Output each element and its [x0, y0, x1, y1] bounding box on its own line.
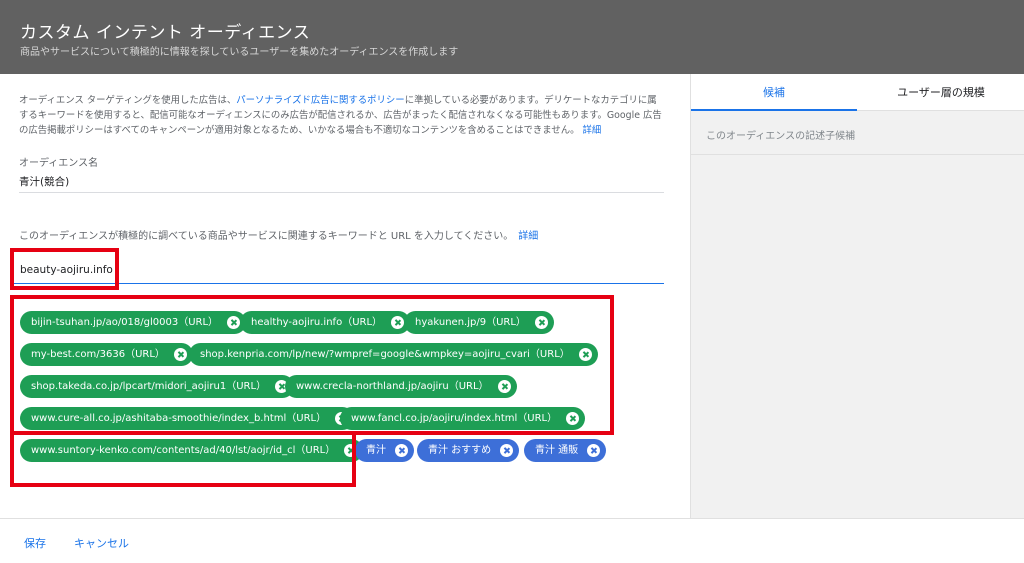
dialog-subtitle: 商品やサービスについて積極的に情報を探しているユーザーを集めたオーディエンスを作… — [20, 47, 459, 58]
keyword-chip: 青汁 通販 — [524, 439, 607, 462]
suggestions-divider — [691, 154, 1024, 155]
keyword-chip: 青汁 — [355, 439, 414, 462]
dialog-footer: 保存 キャンセル — [0, 518, 1024, 563]
last-url-highlight-box — [10, 431, 356, 487]
dialog-header: カスタム インテント オーディエンス 商品やサービスについて積極的に情報を探して… — [0, 0, 1024, 74]
keyword-chip: 青汁 おすすめ — [417, 439, 520, 462]
tab-candidates[interactable]: 候補 — [691, 74, 857, 111]
keywords-description-text: このオーディエンスが積極的に調べている商品やサービスに関連するキーワードと UR… — [19, 231, 509, 242]
notice-more-link[interactable]: 詳細 — [582, 125, 601, 136]
dialog-title: カスタム インテント オーディエンス — [20, 23, 311, 43]
url-chips-highlight-box — [10, 295, 614, 435]
audience-name-label: オーディエンス名 — [19, 158, 99, 169]
cancel-button[interactable]: キャンセル — [74, 535, 129, 551]
chip-label: 青汁 おすすめ — [428, 445, 492, 456]
chip-label: 青汁 通販 — [535, 445, 579, 456]
tab-audience-size[interactable]: ユーザー層の規模 — [857, 74, 1024, 111]
remove-chip-icon[interactable] — [395, 444, 408, 457]
policy-notice: オーディエンス ターゲティングを使用した広告は、パーソナライズド広告に関するポリ… — [19, 93, 664, 138]
keywords-description: このオーディエンスが積極的に調べている商品やサービスに関連するキーワードと UR… — [19, 227, 538, 242]
audience-name-underline — [19, 192, 664, 193]
suggestions-hint: このオーディエンスの記述子候補 — [706, 131, 856, 142]
notice-text-1: オーディエンス ターゲティングを使用した広告は、 — [19, 95, 237, 106]
personalized-ads-policy-link[interactable]: パーソナライズド広告に関するポリシー — [236, 95, 404, 106]
input-highlight-box — [10, 248, 119, 290]
custom-intent-dialog: カスタム インテント オーディエンス 商品やサービスについて積極的に情報を探して… — [0, 0, 1024, 563]
save-button[interactable]: 保存 — [24, 535, 46, 551]
suggestions-tabs: 候補 ユーザー層の規模 — [691, 74, 1024, 111]
suggestions-panel: 候補 ユーザー層の規模 このオーディエンスの記述子候補 — [690, 74, 1024, 518]
audience-name-input[interactable]: 青汁(競合) — [19, 174, 69, 189]
keywords-more-link[interactable]: 詳細 — [518, 231, 538, 242]
remove-chip-icon[interactable] — [500, 444, 514, 457]
remove-chip-icon[interactable] — [587, 444, 601, 457]
chip-label: 青汁 — [366, 445, 386, 456]
